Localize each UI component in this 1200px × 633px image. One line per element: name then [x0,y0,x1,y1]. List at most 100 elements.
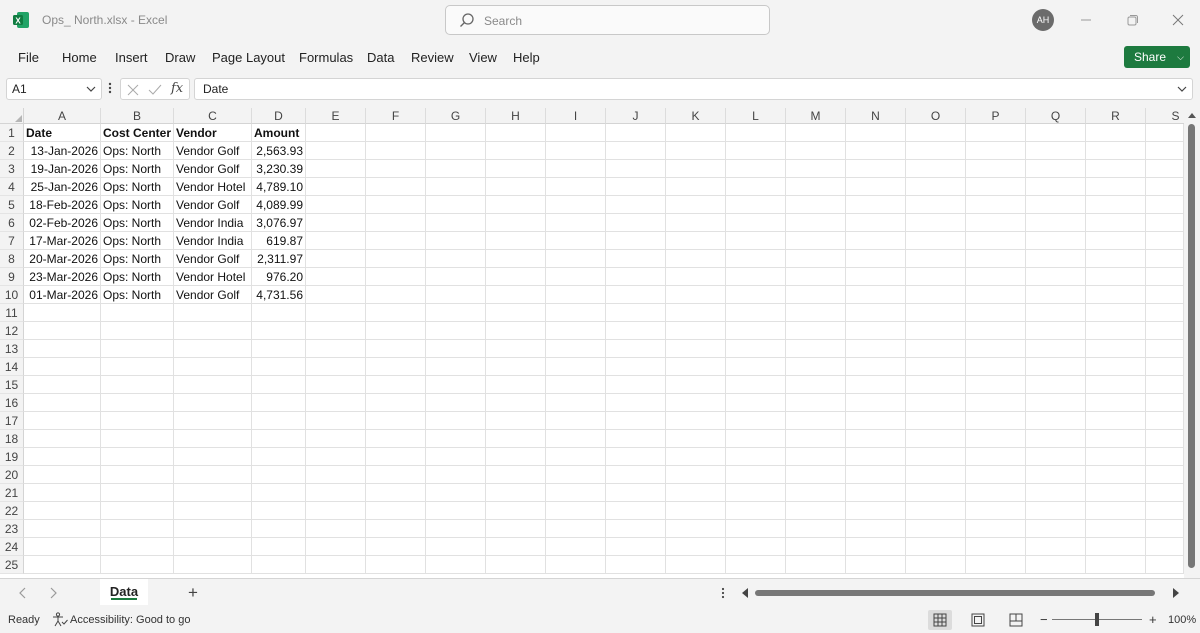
grid-cell[interactable] [726,466,786,484]
header-cell[interactable]: Vendor [174,124,252,142]
accessibility-status[interactable]: Accessibility: Good to go [70,614,190,626]
grid-cell[interactable] [486,466,546,484]
column-header[interactable]: D [252,108,306,124]
grid-cell[interactable] [24,340,101,358]
grid-cell[interactable] [1086,142,1146,160]
grid-cell[interactable] [786,304,846,322]
column-header[interactable]: N [846,108,906,124]
share-button[interactable]: Share ⌵ [1124,46,1190,68]
grid-cell[interactable] [306,286,366,304]
grid-cell[interactable] [174,376,252,394]
grid-cell[interactable] [666,376,726,394]
data-cell[interactable]: Ops: North [101,214,174,232]
grid-cell[interactable] [546,376,606,394]
data-cell[interactable]: Ops: North [101,160,174,178]
more-options-icon[interactable] [106,80,114,96]
column-header[interactable]: Q [1026,108,1086,124]
grid-cell[interactable] [546,556,606,574]
data-cell[interactable]: Ops: North [101,268,174,286]
grid-cell[interactable] [252,448,306,466]
grid-cell[interactable] [726,448,786,466]
grid-cell[interactable] [786,124,846,142]
grid-cell[interactable] [846,466,906,484]
grid-cell[interactable] [1026,358,1086,376]
grid-cell[interactable] [606,340,666,358]
grid-cell[interactable] [786,142,846,160]
grid-cell[interactable] [486,178,546,196]
grid-cell[interactable] [174,484,252,502]
grid-cell[interactable] [606,322,666,340]
grid-cell[interactable] [786,484,846,502]
grid-cell[interactable] [546,502,606,520]
grid-cell[interactable] [846,394,906,412]
grid-cell[interactable] [786,196,846,214]
grid-cell[interactable] [1026,196,1086,214]
grid-cell[interactable] [966,268,1026,286]
grid-cell[interactable] [1086,322,1146,340]
grid-cell[interactable] [666,214,726,232]
grid-cell[interactable] [366,340,426,358]
grid-cell[interactable] [786,322,846,340]
grid-cell[interactable] [846,556,906,574]
grid-cell[interactable] [1086,340,1146,358]
grid-cell[interactable] [366,160,426,178]
grid-cell[interactable] [1146,322,1184,340]
grid-cell[interactable] [726,196,786,214]
grid-cell[interactable] [426,538,486,556]
grid-cell[interactable] [486,196,546,214]
grid-cell[interactable] [24,520,101,538]
vertical-scrollbar[interactable] [1184,108,1200,578]
grid-cell[interactable] [486,268,546,286]
grid-cell[interactable] [306,376,366,394]
data-cell[interactable]: 4,789.10 [252,178,306,196]
grid-cell[interactable] [846,268,906,286]
grid-cell[interactable] [426,520,486,538]
prev-sheet-icon[interactable] [18,587,28,599]
grid-cell[interactable] [1146,268,1184,286]
grid-cell[interactable] [606,394,666,412]
scroll-left-icon[interactable] [741,588,749,598]
data-cell[interactable]: 13-Jan-2026 [24,142,101,160]
grid-cell[interactable] [486,358,546,376]
grid-cell[interactable] [906,196,966,214]
grid-cell[interactable] [966,466,1026,484]
row-header[interactable]: 6 [0,214,24,232]
data-cell[interactable]: 619.87 [252,232,306,250]
grid-cell[interactable] [786,556,846,574]
grid-cell[interactable] [426,178,486,196]
data-cell[interactable]: 3,230.39 [252,160,306,178]
grid-cell[interactable] [606,250,666,268]
grid-cell[interactable] [1086,250,1146,268]
grid-cell[interactable] [306,484,366,502]
grid-cell[interactable] [786,430,846,448]
grid-cell[interactable] [606,160,666,178]
more-options-icon[interactable] [720,586,726,600]
grid-cell[interactable] [786,538,846,556]
grid-cell[interactable] [486,304,546,322]
grid-cell[interactable] [1146,502,1184,520]
grid-cell[interactable] [24,538,101,556]
grid-cell[interactable] [846,340,906,358]
grid-cell[interactable] [966,484,1026,502]
insert-function-icon[interactable]: fx [171,81,183,96]
grid-cell[interactable] [906,502,966,520]
check-icon[interactable] [147,82,163,98]
grid-cell[interactable] [666,124,726,142]
grid-cell[interactable] [1146,304,1184,322]
zoom-level[interactable]: 100% [1168,614,1196,626]
grid-cell[interactable] [24,556,101,574]
grid-cell[interactable] [726,520,786,538]
grid-cell[interactable] [546,124,606,142]
grid-cell[interactable] [101,358,174,376]
grid-cell[interactable] [1086,394,1146,412]
grid-cell[interactable] [726,376,786,394]
grid-cell[interactable] [1086,538,1146,556]
grid-cell[interactable] [1146,538,1184,556]
scroll-up-icon[interactable] [1187,111,1197,119]
grid-cell[interactable] [906,394,966,412]
grid-cell[interactable] [252,394,306,412]
grid-cell[interactable] [1146,448,1184,466]
grid-cell[interactable] [1086,304,1146,322]
grid-cell[interactable] [486,538,546,556]
grid-cell[interactable] [366,322,426,340]
